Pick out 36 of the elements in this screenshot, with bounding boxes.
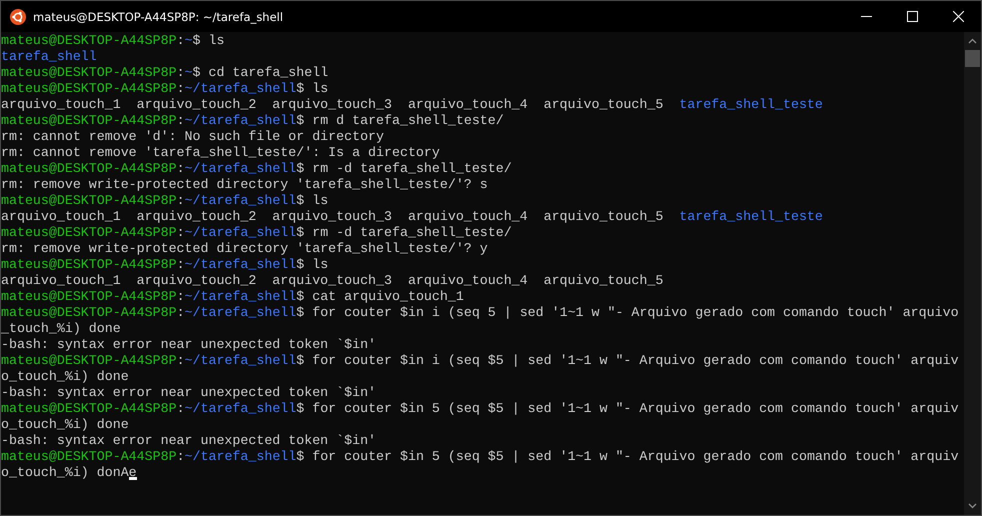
terminal-line: arquivo_touch_1 arquivo_touch_2 arquivo_touch_3 arquivo_touch_4 arquivo_touch_5 bbox=[1, 273, 664, 289]
terminal-line: o_touch_%i) done bbox=[1, 369, 130, 385]
scrollbar[interactable] bbox=[964, 32, 981, 515]
terminal-line: rm: remove write-protected directory 'tarefa_shell_teste/'? s bbox=[1, 177, 489, 193]
scroll-down-icon[interactable] bbox=[968, 503, 977, 509]
terminal-line: o_touch_%i) donAe bbox=[1, 465, 138, 481]
terminal-line: mateus@DESKTOP-A44SP8P:~/tarefa_shell$ cat arquivo_touch_1 bbox=[1, 289, 465, 305]
terminal-line: arquivo_touch_1 arquivo_touch_2 arquivo_touch_3 arquivo_touch_4 arquivo_touch_5 tarefa_shell_teste bbox=[1, 209, 824, 225]
terminal-line: mateus@DESKTOP-A44SP8P:~$ ls bbox=[1, 33, 226, 49]
terminal-line: mateus@DESKTOP-A44SP8P:~/tarefa_shell$ for couter $in i (seq 5 | sed '1~1 w "- Arquivo gerado com comando touch' arquivo bbox=[1, 305, 960, 321]
terminal-line: -bash: syntax error near unexpected token `$in' bbox=[1, 433, 378, 449]
close-icon bbox=[952, 11, 964, 22]
terminal-line: mateus@DESKTOP-A44SP8P:~$ cd tarefa_shell bbox=[1, 65, 330, 81]
terminal-line: rm: cannot remove 'tarefa_shell_teste/': Is a directory bbox=[1, 145, 441, 161]
terminal-line: mateus@DESKTOP-A44SP8P:~/tarefa_shell$ rm d tarefa_shell_teste/ bbox=[1, 113, 505, 129]
terminal-line: mateus@DESKTOP-A44SP8P:~/tarefa_shell$ rm -d tarefa_shell_teste/ bbox=[1, 225, 513, 241]
terminal-line: tarefa_shell bbox=[1, 49, 98, 65]
terminal-line: mateus@DESKTOP-A44SP8P:~/tarefa_shell$ rm -d tarefa_shell_teste/ bbox=[1, 161, 513, 177]
window-title: mateus@DESKTOP-A44SP8P: ~/tarefa_shell bbox=[33, 10, 284, 24]
terminal-line: mateus@DESKTOP-A44SP8P:~/tarefa_shell$ ls bbox=[1, 81, 330, 97]
scroll-up-icon[interactable] bbox=[968, 38, 977, 44]
terminal-line: arquivo_touch_1 arquivo_touch_2 arquivo_touch_3 arquivo_touch_4 arquivo_touch_5 tarefa_shell_teste bbox=[1, 97, 824, 113]
terminal-line: -bash: syntax error near unexpected token `$in' bbox=[1, 337, 378, 353]
terminal-line: mateus@DESKTOP-A44SP8P:~/tarefa_shell$ ls bbox=[1, 193, 330, 209]
maximize-icon bbox=[906, 11, 918, 22]
terminal-line: mateus@DESKTOP-A44SP8P:~/tarefa_shell$ for couter $in i (seq $5 | sed '1~1 w "- Arquivo gerado com comando touch' arquiv bbox=[1, 353, 960, 369]
terminal-line: rm: remove write-protected directory 'tarefa_shell_teste/'? y bbox=[1, 241, 489, 257]
terminal-line: mateus@DESKTOP-A44SP8P:~/tarefa_shell$ for couter $in 5 (seq $5 | sed '1~1 w "- Arquivo gerado com comando touch' arquiv bbox=[1, 401, 960, 417]
ubuntu-logo-icon bbox=[10, 8, 26, 24]
terminal-line: rm: cannot remove 'd': No such file or directory bbox=[1, 129, 386, 145]
terminal-line: mateus@DESKTOP-A44SP8P:~/tarefa_shell$ for couter $in 5 (seq $5 | sed '1~1 w "- Arquivo gerado com comando touch' arquiv bbox=[1, 449, 960, 465]
scrollbar-thumb[interactable] bbox=[965, 50, 980, 67]
terminal-line: _touch_%i) done bbox=[1, 321, 122, 337]
terminal-line: mateus@DESKTOP-A44SP8P:~/tarefa_shell$ ls bbox=[1, 257, 330, 273]
terminal-line: o_touch_%i) done bbox=[1, 417, 130, 433]
terminal-line: -bash: syntax error near unexpected token `$in' bbox=[1, 385, 378, 401]
